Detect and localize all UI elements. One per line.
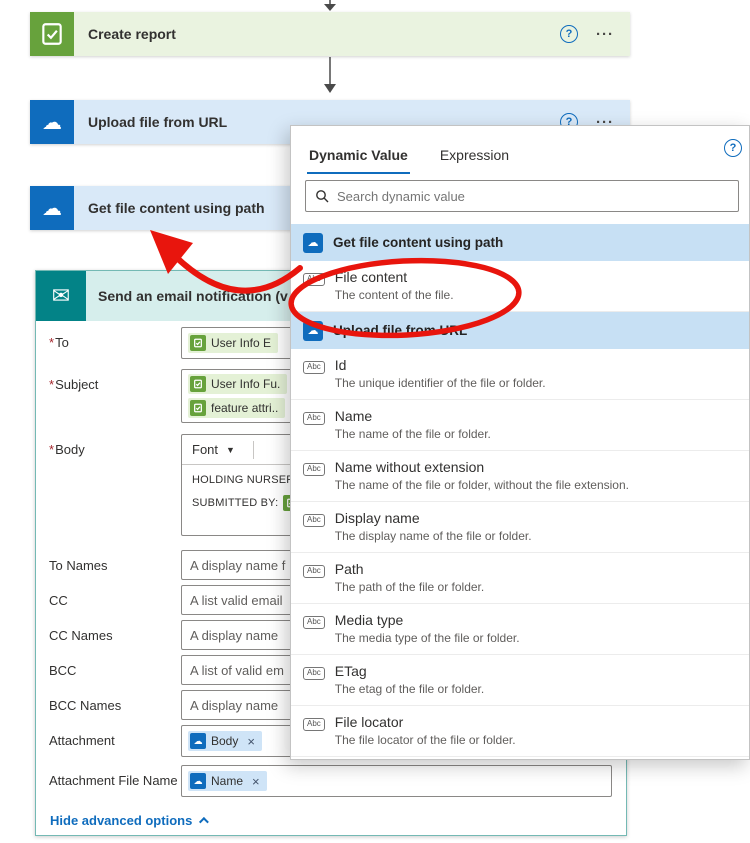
abc-type-icon: Abc — [303, 412, 325, 425]
popup-callout-notch — [290, 734, 291, 752]
required-asterisk: * — [49, 377, 55, 392]
token-source-icon — [190, 400, 206, 416]
attachment-file-name-input[interactable]: ☁ Name × — [181, 765, 612, 797]
action-title: Create report — [88, 26, 176, 42]
toolbar-divider — [252, 440, 254, 459]
cloud-icon: ☁ — [303, 232, 323, 253]
more-menu-icon[interactable]: ··· — [596, 26, 614, 43]
search-input[interactable] — [337, 188, 729, 204]
required-asterisk: * — [49, 442, 55, 457]
list-item-id[interactable]: Abc Id The unique identifier of the file… — [291, 349, 749, 400]
list-item-path[interactable]: Abc Path The path of the file or folder. — [291, 553, 749, 604]
field-label: Attachment File Name — [49, 773, 178, 788]
group-header-get-file-content[interactable]: ☁ Get file content using path — [291, 224, 749, 261]
group-header-upload-file[interactable]: ☁ Upload file from URL — [291, 312, 749, 349]
font-dropdown[interactable]: Font — [192, 442, 218, 457]
tab-expression[interactable]: Expression — [438, 137, 511, 174]
field-label: To Names — [49, 558, 108, 573]
token-label: User Info E — [211, 336, 272, 350]
token-source-icon — [190, 335, 206, 351]
help-icon[interactable]: ? — [724, 139, 742, 157]
field-label: BCC Names — [49, 698, 122, 713]
token-label: User Info Fu. — [211, 377, 281, 391]
field-label: CC — [49, 593, 68, 608]
body-line: SUBMITTED BY: — [192, 497, 279, 509]
envelope-icon: ✉ — [36, 271, 86, 321]
field-label: Attachment — [49, 733, 115, 748]
field-label: To — [55, 335, 69, 350]
create-report-icon — [30, 12, 74, 56]
field-label: CC Names — [49, 628, 113, 643]
abc-type-icon: Abc — [303, 616, 325, 629]
flow-designer-canvas: Create report ? ··· ☁ Upload file from U… — [0, 0, 750, 843]
dynamic-token[interactable]: ☁ Name × — [188, 771, 267, 791]
abc-type-icon: Abc — [303, 565, 325, 578]
remove-token-icon[interactable]: × — [252, 775, 260, 788]
list-item-file-content[interactable]: Abc File content The content of the file… — [291, 261, 749, 312]
field-label: Subject — [55, 377, 99, 392]
token-label: Body — [211, 734, 239, 748]
abc-type-icon: Abc — [303, 361, 325, 374]
dynamic-token[interactable]: User Info Fu. — [188, 374, 288, 394]
dynamic-value-list: ☁ Get file content using path Abc File c… — [291, 224, 749, 759]
list-item-media-type[interactable]: Abc Media type The media type of the fil… — [291, 604, 749, 655]
field-label: BCC — [49, 663, 77, 678]
abc-type-icon: Abc — [303, 463, 325, 476]
list-item-name[interactable]: Abc Name The name of the file or folder. — [291, 400, 749, 451]
abc-type-icon: Abc — [303, 273, 325, 286]
cloud-icon: ☁ — [190, 733, 206, 749]
abc-type-icon: Abc — [303, 514, 325, 527]
cloud-icon: ☁ — [190, 773, 206, 789]
abc-type-icon: Abc — [303, 667, 325, 680]
list-item-file-locator[interactable]: Abc File locator The file locator of the… — [291, 706, 749, 757]
required-asterisk: * — [49, 335, 55, 350]
abc-type-icon: Abc — [303, 718, 325, 731]
help-icon[interactable]: ? — [560, 25, 578, 43]
dynamic-token[interactable]: feature attri.. — [188, 398, 286, 418]
dynamic-value-popup: Dynamic Value Expression ? ☁ Get file co… — [290, 125, 750, 760]
hide-advanced-options-link[interactable]: Hide advanced options — [50, 813, 210, 828]
popup-tabs: Dynamic Value Expression ? — [291, 126, 749, 174]
cloud-icon: ☁ — [30, 186, 74, 230]
action-create-report[interactable]: Create report ? ··· — [30, 12, 630, 56]
token-label: feature attri.. — [211, 401, 279, 415]
list-item-display-name[interactable]: Abc Display name The display name of the… — [291, 502, 749, 553]
search-icon — [316, 190, 329, 203]
token-source-icon — [190, 376, 206, 392]
field-row-attachment-file-name: Attachment File Name ☁ Name × — [49, 765, 612, 797]
dynamic-token[interactable]: ☁ Body × — [188, 731, 262, 751]
token-label: Name — [211, 774, 244, 788]
remove-token-icon[interactable]: × — [247, 735, 255, 748]
cloud-icon: ☁ — [303, 320, 323, 341]
tab-dynamic-value[interactable]: Dynamic Value — [307, 137, 410, 174]
field-label: Body — [55, 442, 85, 457]
cloud-icon: ☁ — [30, 100, 74, 144]
list-item-name-without-extension[interactable]: Abc Name without extension The name of t… — [291, 451, 749, 502]
search-box[interactable] — [305, 180, 739, 212]
body-line: HOLDING NURSERY — [192, 474, 302, 486]
list-item-etag[interactable]: Abc ETag The etag of the file or folder. — [291, 655, 749, 706]
dynamic-token[interactable]: User Info E — [188, 333, 279, 353]
chevron-down-icon[interactable]: ▼ — [226, 445, 235, 455]
chevron-up-icon — [199, 816, 210, 827]
